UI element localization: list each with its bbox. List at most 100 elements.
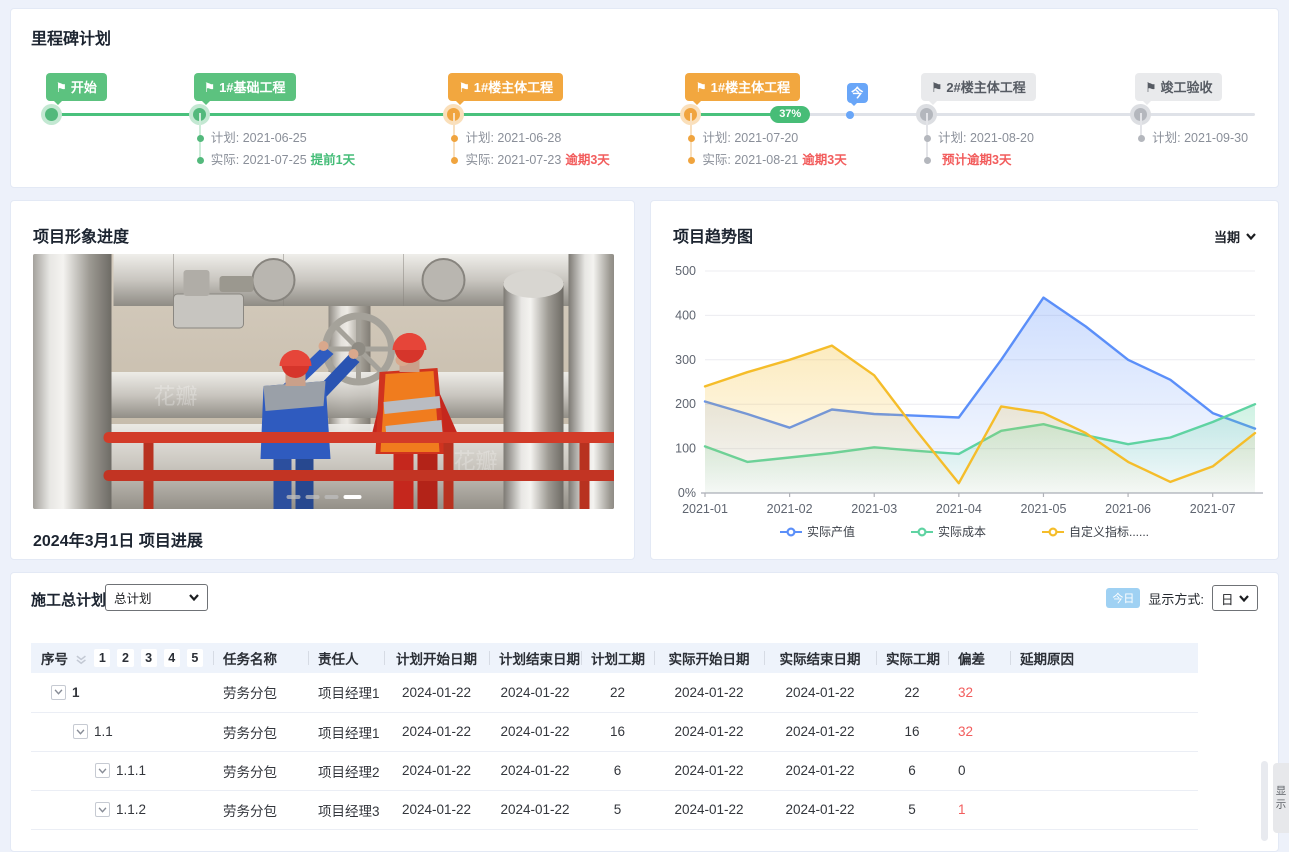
milestone-dates: 计划: 2021-09-30 [1138,129,1248,151]
scrollbar-thumb[interactable] [1261,761,1268,841]
plan-duration-cell: 5 [581,790,654,829]
plan-start-cell: 2024-01-22 [384,673,489,712]
actual-end-cell: 2024-01-22 [764,712,876,751]
plan-table: 序号12345任务名称责任人计划开始日期计划结束日期计划工期实际开始日期实际结束… [31,643,1198,830]
photo-caption: 2024年3月1日 项目进展 [33,527,203,551]
milestone-label-bubble: ⚑ 1#基础工程 [194,73,296,101]
plan-type-select-value: 总计划 [114,588,152,607]
site-photo-illustration: 花瓣 花瓣 [33,254,614,509]
legend-item[interactable]: 实际产值 [780,523,855,540]
column-header: 实际结束日期 [764,643,876,673]
period-selector[interactable]: 当期 [1214,227,1256,246]
carousel-dot[interactable] [343,495,361,499]
owner-cell: 项目经理3 [308,790,384,829]
display-mode-select[interactable]: 日 [1212,585,1258,611]
expand-icon[interactable] [51,685,66,700]
timeline-progress-line [52,113,794,116]
actual-start-cell: 2024-01-22 [654,790,764,829]
column-header: 计划开始日期 [384,643,489,673]
plan-duration-cell: 22 [581,673,654,712]
column-header: 计划工期 [581,643,654,673]
task-name-cell: 劳务分包 [213,712,308,751]
svg-text:300: 300 [675,353,696,367]
serial-number: 1.1 [94,724,113,739]
project-trend-card: 项目趋势图 当期 0%1002003004005002021-012021-02… [650,200,1279,560]
flag-icon: ⚑ [204,80,219,95]
milestone-label: 1#基础工程 [219,80,285,95]
milestone-date-line: 实际: 2021-08-21逾期3天 [688,151,846,173]
level-button-4[interactable]: 4 [164,649,180,667]
milestone-label: 1#楼主体工程 [711,80,790,95]
site-photo[interactable]: 花瓣 花瓣 [33,254,614,509]
watermark-text: 花瓣 [154,384,198,409]
svg-text:2021-04: 2021-04 [936,502,982,516]
plan-start-cell: 2024-01-22 [384,712,489,751]
chevron-down-icon [189,594,199,601]
owner-cell: 项目经理1 [308,712,384,751]
milestone-date-line: 实际: 2021-07-25提前1天 [197,151,355,173]
side-panel-tab[interactable]: 显示 [1273,763,1289,833]
milestone-dates: 计划: 2021-07-20实际: 2021-08-21逾期3天 [688,129,846,173]
level-button-2[interactable]: 2 [117,649,133,667]
flag-icon: ⚑ [931,80,946,95]
carousel-dot[interactable] [324,495,338,499]
plan-end-cell: 2024-01-22 [489,751,581,790]
svg-text:200: 200 [675,397,696,411]
construction-plan-card: 施工总计划 总计划 今日 显示方式: 日 序号12345任务名称责任人计划开始日… [10,572,1279,852]
svg-text:2021-05: 2021-05 [1021,502,1067,516]
plan-type-select[interactable]: 总计划 [105,584,208,611]
column-header: 序号12345 [31,643,213,673]
carousel-dot[interactable] [286,495,300,499]
legend-marker-icon [1042,527,1064,537]
actual-end-cell: 2024-01-22 [764,751,876,790]
milestone-date-line: 计划: 2021-08-20 [924,129,1034,151]
bullet-icon [924,157,931,164]
column-header: 计划结束日期 [489,643,581,673]
bullet-icon [688,135,695,142]
level-button-1[interactable]: 1 [94,649,110,667]
milestone-label: 1#楼主体工程 [474,80,553,95]
milestone-label-bubble: ⚑ 开始 [46,73,107,101]
svg-text:2021-03: 2021-03 [851,502,897,516]
table-header-row: 序号12345任务名称责任人计划开始日期计划结束日期计划工期实际开始日期实际结束… [31,643,1198,673]
expand-icon[interactable] [95,802,110,817]
expand-icon[interactable] [73,724,88,739]
today-badge[interactable]: 今日 [1106,588,1140,608]
milestone-label: 竣工验收 [1160,80,1212,95]
bullet-icon [451,135,458,142]
legend-item[interactable]: 实际成本 [911,523,986,540]
delay-reason-cell [1010,673,1198,712]
column-header: 偏差 [948,643,1010,673]
milestone-dates: 计划: 2021-06-25实际: 2021-07-25提前1天 [197,129,355,173]
flag-icon: ⚑ [1145,80,1160,95]
table-row: 1.1 劳务分包 项目经理1 2024-01-22 2024-01-22 16 … [31,712,1198,751]
legend-item[interactable]: 自定义指标...... [1042,523,1149,540]
photo-card-title: 项目形象进度 [33,223,129,247]
trend-chart[interactable]: 0%1002003004005002021-012021-022021-0320… [659,251,1272,519]
carousel-dot[interactable] [305,495,319,499]
actual-duration-cell: 22 [876,673,948,712]
project-progress-photo-card: 项目形象进度 [10,200,635,560]
owner-cell: 项目经理1 [308,673,384,712]
milestone-label: 2#楼主体工程 [946,80,1025,95]
expand-icon[interactable] [95,763,110,778]
serial-number: 1.1.2 [116,802,146,817]
layers-icon [75,652,87,665]
carousel-dots [286,495,361,499]
deviation-cell: 32 [948,673,1010,712]
bullet-icon [197,135,204,142]
plan-start-cell: 2024-01-22 [384,751,489,790]
table-row: 1.1.2 劳务分包 项目经理3 2024-01-22 2024-01-22 5… [31,790,1198,829]
chart-legend: 实际产值 实际成本 自定义指标...... [651,523,1278,540]
owner-cell: 项目经理2 [308,751,384,790]
serial-number: 1 [72,685,80,700]
actual-start-cell: 2024-01-22 [654,751,764,790]
plan-end-cell: 2024-01-22 [489,790,581,829]
level-button-3[interactable]: 3 [141,649,157,667]
bullet-icon [688,157,695,164]
today-dot-icon [846,111,854,119]
level-button-5[interactable]: 5 [187,649,203,667]
milestone-label-bubble: ⚑ 竣工验收 [1135,73,1222,101]
chevron-down-icon [1246,233,1256,240]
column-header: 延期原因 [1010,643,1198,673]
